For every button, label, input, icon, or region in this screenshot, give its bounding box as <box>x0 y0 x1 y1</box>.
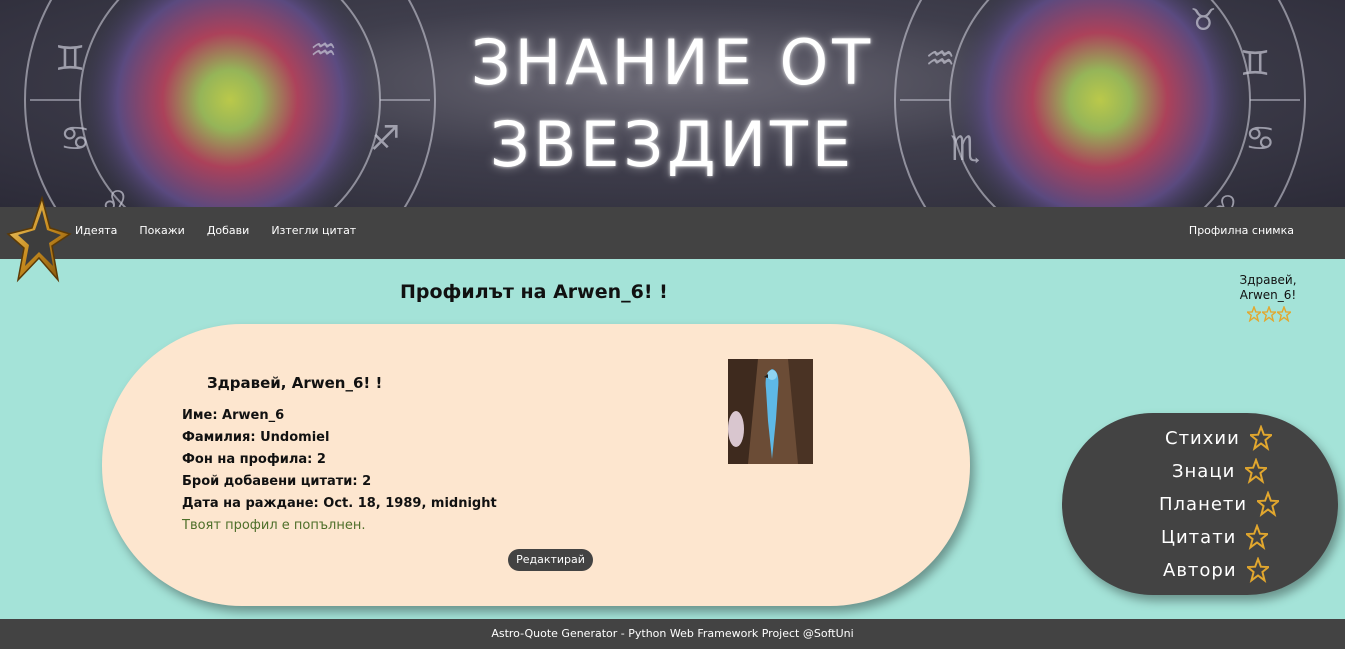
greeting-stars <box>1247 306 1291 322</box>
footer: Astro-Quote Generator - Python Web Frame… <box>0 619 1345 649</box>
side-item-signs[interactable]: Знаци <box>1172 458 1268 484</box>
navbar: Идеята Покажи Добави Изтегли цитат Профи… <box>0 207 1345 259</box>
side-item-label: Планети <box>1159 493 1248 515</box>
star-icon <box>1246 524 1269 550</box>
profile-birth-date: Дата на раждане: Oct. 18, 1989, midnight <box>182 496 497 511</box>
star-logo-icon[interactable] <box>6 194 72 286</box>
profile-last-name: Фамилия: Undomiel <box>182 430 330 445</box>
svg-text:♌: ♌ <box>1210 189 1240 207</box>
side-item-quotes[interactable]: Цитати <box>1161 524 1269 550</box>
side-menu: Стихии Знаци Планети Цитати Автори <box>1062 413 1338 595</box>
nav-link-profile-photo[interactable]: Профилна снимка <box>1189 224 1294 237</box>
side-item-elements[interactable]: Стихии <box>1165 425 1272 451</box>
side-item-planets[interactable]: Планети <box>1159 491 1280 517</box>
profile-first-name: Име: Arwen_6 <box>182 408 285 423</box>
profile-quote-count: Брой добавени цитати: 2 <box>182 474 372 489</box>
nav-link-idea[interactable]: Идеята <box>75 224 117 237</box>
profile-photo[interactable] <box>728 359 813 464</box>
nav-links: Идеята Покажи Добави Изтегли цитат <box>75 224 356 237</box>
edit-button[interactable]: Редактирай <box>508 549 593 571</box>
page-title: Профилът на Arwen_6! ! <box>400 281 668 303</box>
header-banner: ♊ ♋ ♌ ♍ ♏ ♐ ♒ ♒ ♏ ♍ ♍ ♌ ♋ ♊ ♉ <box>0 0 1345 207</box>
user-greeting: Здравей, Arwen_6! <box>1228 273 1308 303</box>
profile-card: Здравей, Arwen_6! ! Име: Arwen_6 Фамилия… <box>102 324 970 606</box>
greeting-line1: Здравей, <box>1239 273 1297 287</box>
star-icon <box>1262 306 1276 322</box>
star-icon <box>1257 491 1280 517</box>
greeting-line2: Arwen_6! <box>1239 288 1297 302</box>
footer-text: Astro-Quote Generator - Python Web Frame… <box>491 627 854 640</box>
side-item-authors[interactable]: Автори <box>1163 557 1269 583</box>
profile-background: Фон на профила: 2 <box>182 452 326 467</box>
side-item-label: Знаци <box>1172 460 1236 482</box>
profile-hello: Здравей, Arwen_6! ! <box>207 374 383 392</box>
side-item-label: Автори <box>1163 559 1237 581</box>
banner-title-line1: ЗНАНИЕ ОТ <box>470 26 875 99</box>
side-item-label: Стихии <box>1165 427 1240 449</box>
side-item-label: Цитати <box>1161 526 1237 548</box>
banner-title-line2: ЗВЕЗДИТЕ <box>489 108 856 181</box>
nav-link-add[interactable]: Добави <box>207 224 249 237</box>
nav-link-show[interactable]: Покажи <box>139 224 184 237</box>
profile-status: Твоят профил е попълнен. <box>182 518 366 533</box>
svg-text:♌: ♌ <box>100 184 130 207</box>
nav-link-download-quote[interactable]: Изтегли цитат <box>271 224 356 237</box>
star-icon <box>1245 458 1268 484</box>
star-icon <box>1247 306 1261 322</box>
star-icon <box>1246 557 1269 583</box>
star-icon <box>1277 306 1291 322</box>
star-icon <box>1249 425 1272 451</box>
